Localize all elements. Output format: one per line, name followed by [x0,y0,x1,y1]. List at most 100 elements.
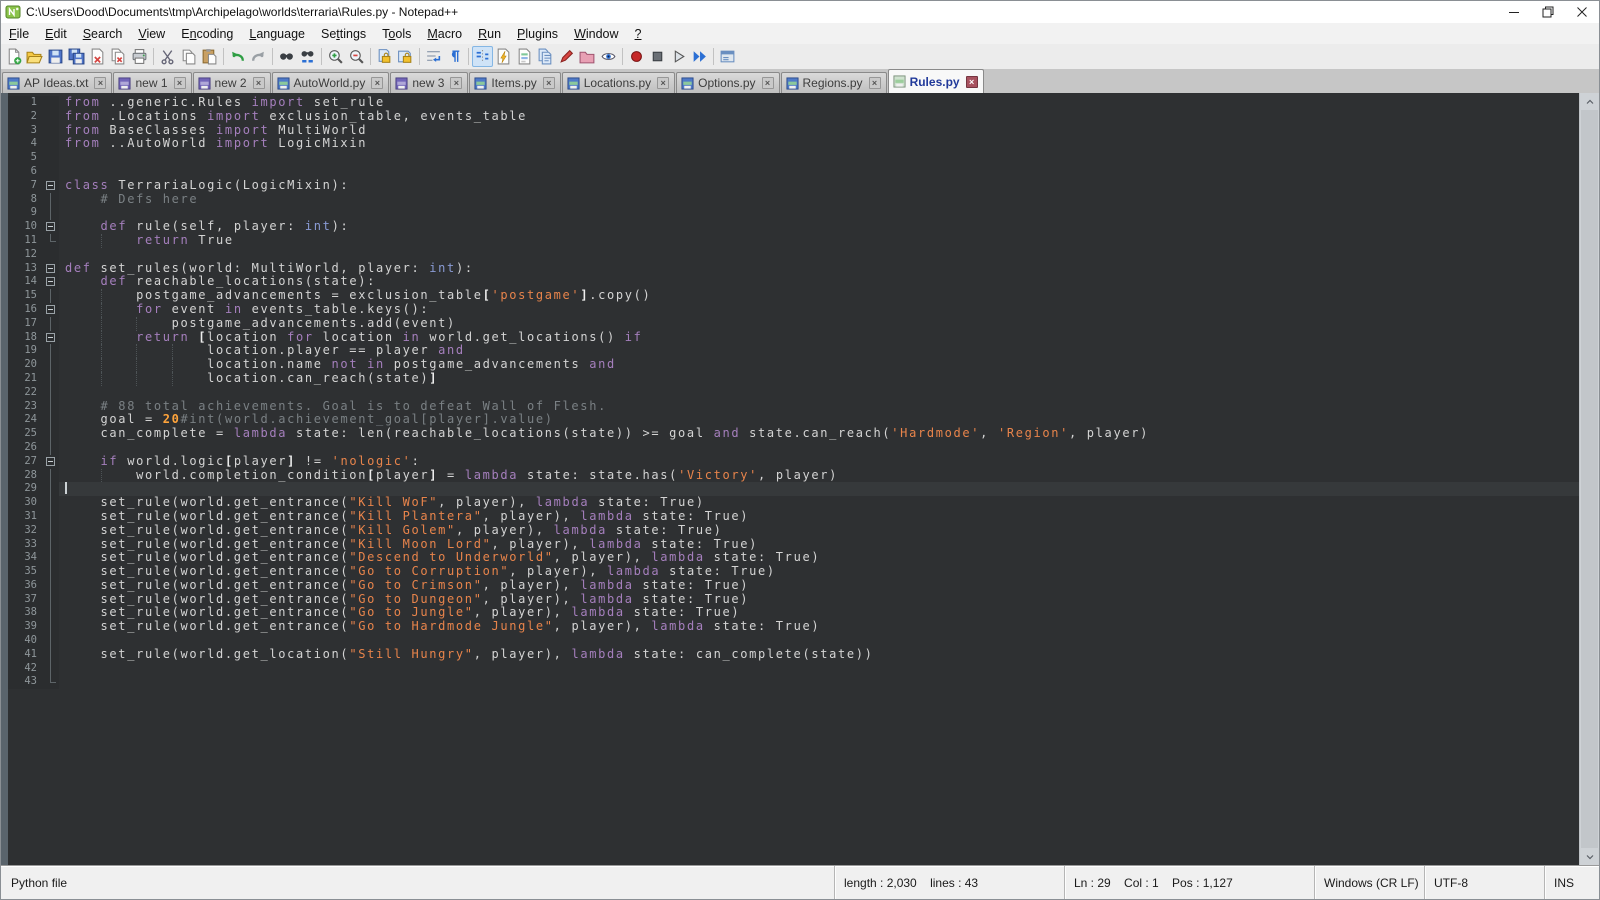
menu-help[interactable]: ? [627,25,650,43]
code-text[interactable]: def reachable_locations(state): [59,275,1579,289]
tab-close-icon[interactable]: × [253,77,265,89]
save-all-button[interactable] [66,46,87,67]
code-text[interactable]: def rule(self, player: int): [59,220,1579,234]
code-line[interactable]: 39 set_rule(world.get_entrance("Go to Ha… [8,620,1579,634]
code-text[interactable]: for event in events_table.keys(): [59,303,1579,317]
close-button[interactable] [87,46,108,67]
code-area[interactable]: 1from ..generic.Rules import set_rule2fr… [8,93,1579,865]
fold-collapse-icon[interactable] [46,457,55,466]
code-text[interactable]: set_rule(world.get_entrance("Kill Plante… [59,510,1579,524]
code-text[interactable]: from ..AutoWorld import LogicMixin [59,137,1579,151]
tab-options-py[interactable]: Options.py× [676,72,779,93]
fold-margin[interactable] [44,455,59,469]
code-text[interactable]: if world.logic[player] != 'nologic': [59,455,1579,469]
code-text[interactable]: set_rule(world.get_entrance("Go to Corru… [59,565,1579,579]
status-insert-mode[interactable]: INS [1544,866,1599,899]
zoom-in-button[interactable] [325,46,346,67]
code-text[interactable] [59,482,1579,496]
code-line[interactable]: 19 location.player == player and [8,344,1579,358]
tab-rules-py[interactable]: Rules.py× [888,69,984,93]
code-text[interactable] [59,248,1579,262]
zoom-out-button[interactable] [346,46,367,67]
code-line[interactable]: 38 set_rule(world.get_entrance("Go to Ju… [8,606,1579,620]
document-map-button[interactable] [514,46,535,67]
code-line[interactable]: 31 set_rule(world.get_entrance("Kill Pla… [8,510,1579,524]
code-line[interactable]: 40 [8,634,1579,648]
code-line[interactable]: 17 postgame_advancements.add(event) [8,317,1579,331]
code-text[interactable]: set_rule(world.get_entrance("Go to Hardm… [59,620,1579,634]
code-text[interactable]: postgame_advancements = exclusion_table[… [59,289,1579,303]
fold-margin[interactable] [44,262,59,276]
replace-button[interactable] [297,46,318,67]
code-text[interactable]: world.completion_condition[player] = lam… [59,469,1579,483]
close-button[interactable] [1565,1,1599,23]
copy-button[interactable] [178,46,199,67]
code-text[interactable]: set_rule(world.get_entrance("Go to Dunge… [59,593,1579,607]
code-line[interactable]: 15 postgame_advancements = exclusion_tab… [8,289,1579,303]
tab-new-3[interactable]: new 3× [390,72,468,93]
code-line[interactable]: 12 [8,248,1579,262]
code-line[interactable]: 9 [8,206,1579,220]
code-text[interactable]: location.player == player and [59,344,1579,358]
code-text[interactable]: set_rule(world.get_entrance("Kill Moon L… [59,538,1579,552]
code-line[interactable]: 26 [8,441,1579,455]
code-line[interactable]: 16 for event in events_table.keys(): [8,303,1579,317]
paste-button[interactable] [199,46,220,67]
code-line[interactable]: 34 set_rule(world.get_entrance("Descend … [8,551,1579,565]
sync-scroll-horizontal-button[interactable] [395,46,416,67]
tab-close-icon[interactable]: × [174,77,186,89]
code-line[interactable]: 36 set_rule(world.get_entrance("Go to Cr… [8,579,1579,593]
code-text[interactable]: goal = 20#int(world.achievement_goal[pla… [59,413,1579,427]
code-line[interactable]: 3from BaseClasses import MultiWorld [8,124,1579,138]
function-list-button[interactable] [493,46,514,67]
code-line[interactable]: 22 [8,386,1579,400]
code-line[interactable]: 20 location.name not in postgame_advance… [8,358,1579,372]
code-text[interactable]: can_complete = lambda state: len(reachab… [59,427,1579,441]
scroll-down-arrow-icon[interactable] [1580,848,1599,865]
menu-window[interactable]: Window [566,25,626,43]
code-line[interactable]: 13def set_rules(world: MultiWorld, playe… [8,262,1579,276]
scrollbar-thumb[interactable] [1581,110,1598,848]
new-file-button[interactable] [3,46,24,67]
code-line[interactable]: 41 set_rule(world.get_location("Still Hu… [8,648,1579,662]
code-line[interactable]: 1from ..generic.Rules import set_rule [8,96,1579,110]
vertical-scrollbar[interactable] [1579,93,1599,865]
code-text[interactable]: set_rule(world.get_entrance("Kill Golem"… [59,524,1579,538]
code-text[interactable]: from .Locations import exclusion_table, … [59,110,1579,124]
cut-button[interactable] [157,46,178,67]
code-text[interactable] [59,165,1579,179]
code-line[interactable]: 14 def reachable_locations(state): [8,275,1579,289]
status-eol-format[interactable]: Windows (CR LF) [1314,866,1424,899]
menu-tools[interactable]: Tools [374,25,419,43]
menu-run[interactable]: Run [470,25,509,43]
code-text[interactable] [59,206,1579,220]
undo-button[interactable] [227,46,248,67]
code-line[interactable]: 32 set_rule(world.get_entrance("Kill Gol… [8,524,1579,538]
title-bar[interactable]: C:\Users\Dood\Documents\tmp\Archipelago\… [1,1,1599,23]
code-text[interactable] [59,441,1579,455]
tab-autoworld-py[interactable]: AutoWorld.py× [272,72,390,93]
menu-edit[interactable]: Edit [37,25,75,43]
close-all-button[interactable] [108,46,129,67]
status-encoding[interactable]: UTF-8 [1424,866,1544,899]
code-line[interactable]: 7class TerrariaLogic(LogicMixin): [8,179,1579,193]
menu-macro[interactable]: Macro [419,25,470,43]
fold-margin[interactable] [44,220,59,234]
fold-collapse-icon[interactable] [46,305,55,314]
word-wrap-button[interactable] [423,46,444,67]
tab-new-2[interactable]: new 2× [193,72,271,93]
code-text[interactable]: set_rule(world.get_entrance("Kill WoF", … [59,496,1579,510]
code-line[interactable]: 35 set_rule(world.get_entrance("Go to Co… [8,565,1579,579]
code-text[interactable]: set_rule(world.get_entrance("Go to Crims… [59,579,1579,593]
code-line[interactable]: 37 set_rule(world.get_entrance("Go to Du… [8,593,1579,607]
code-text[interactable] [59,662,1579,676]
print-button[interactable] [129,46,150,67]
code-text[interactable] [59,634,1579,648]
minimize-button[interactable] [1497,1,1531,23]
menu-encoding[interactable]: Encoding [173,25,241,43]
code-text[interactable]: def set_rules(world: MultiWorld, player:… [59,262,1579,276]
tab-close-icon[interactable]: × [543,77,555,89]
code-line[interactable]: 27 if world.logic[player] != 'nologic': [8,455,1579,469]
edit-marker-button[interactable] [556,46,577,67]
tab-close-icon[interactable]: × [371,77,383,89]
